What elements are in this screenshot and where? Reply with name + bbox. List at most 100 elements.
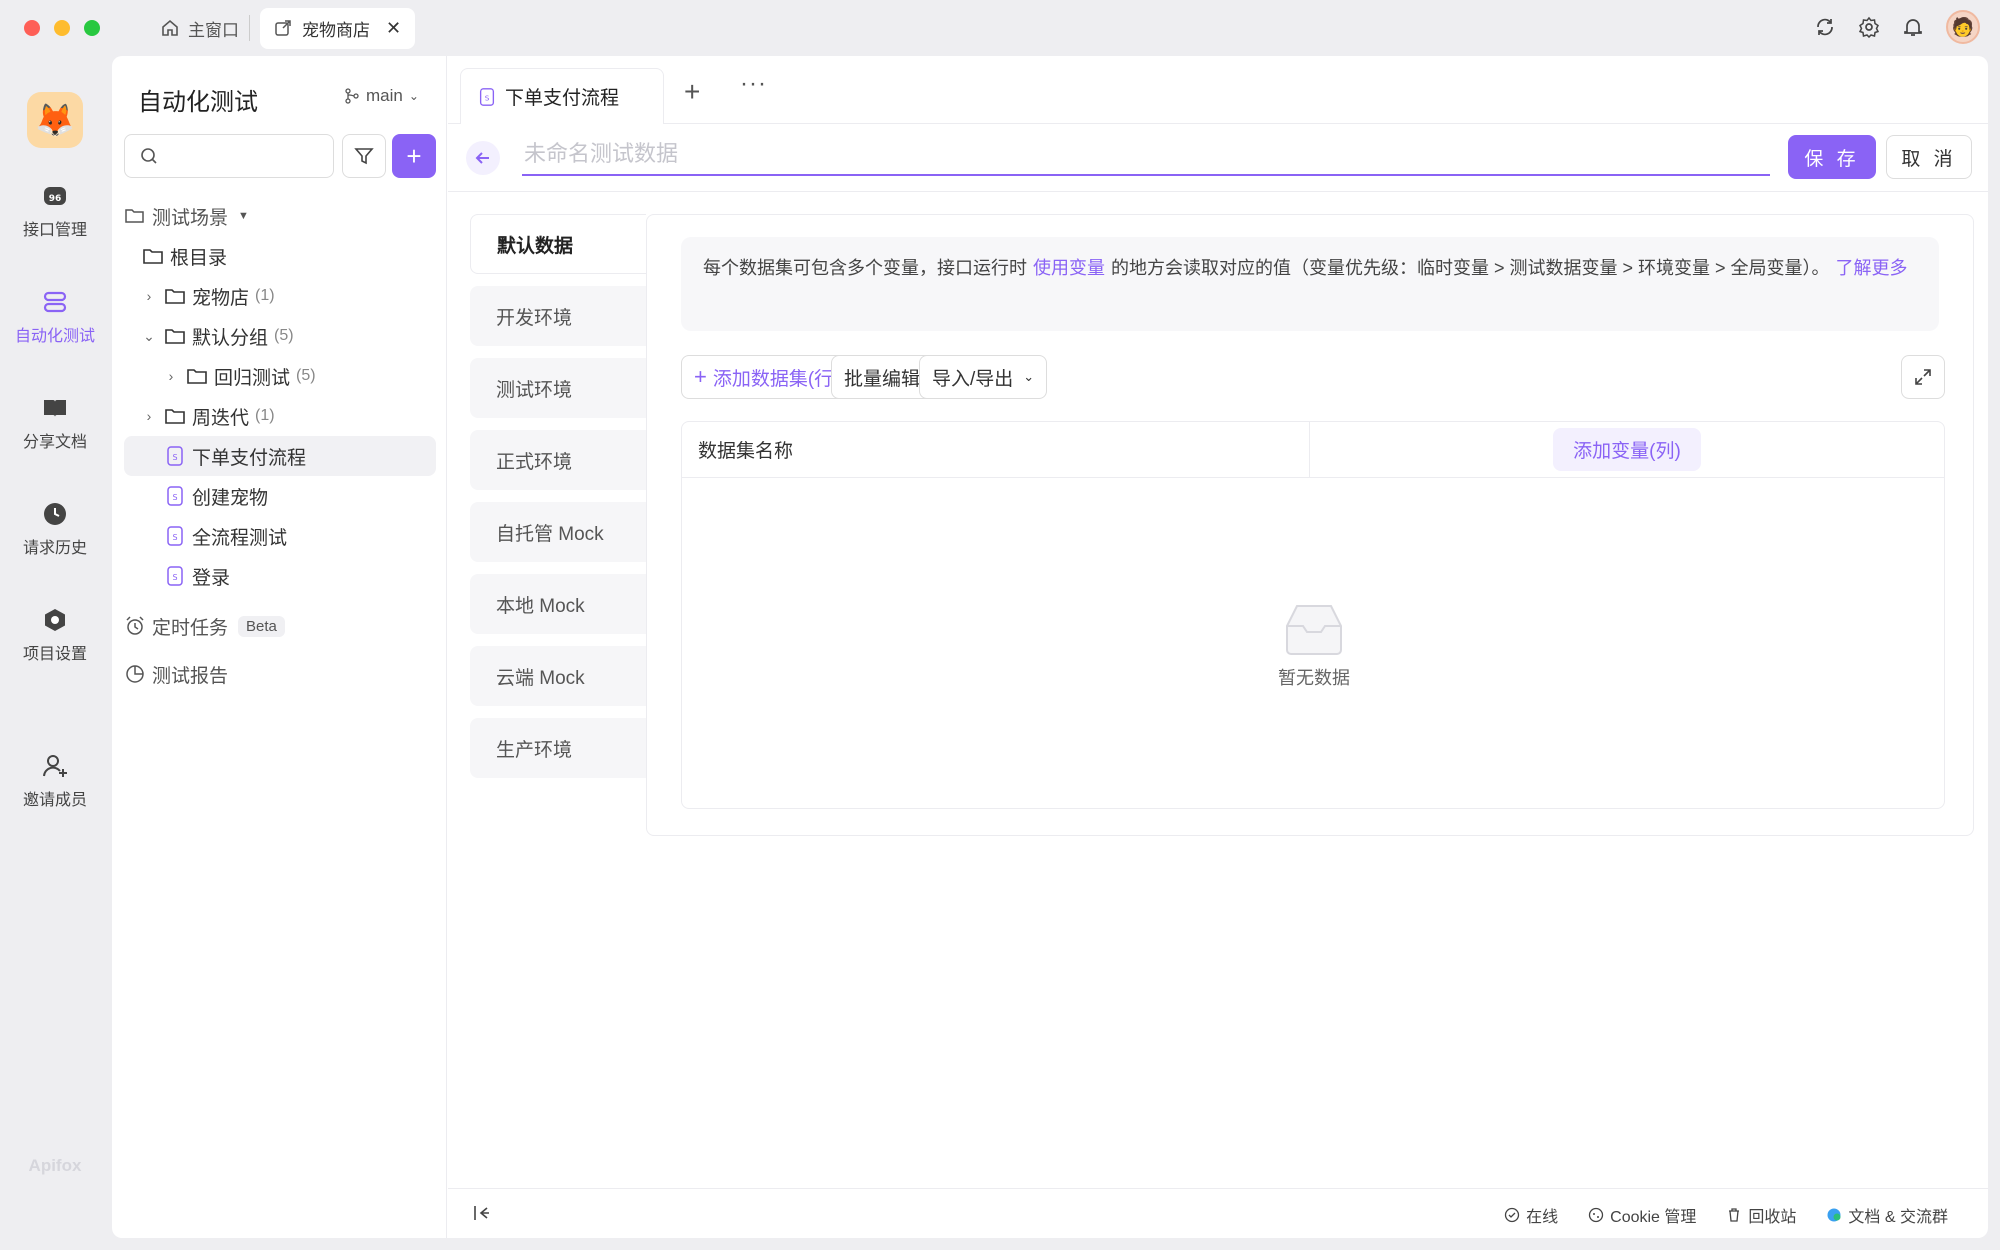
add-dataset-button[interactable]: + 添加数据集(行): [681, 355, 853, 399]
tree-order-flow[interactable]: S 下单支付流程: [124, 436, 436, 476]
tree-default-group[interactable]: ⌄ 默认分组 (5): [124, 316, 436, 356]
close-window-button[interactable]: [24, 20, 40, 36]
filter-button[interactable]: [342, 134, 386, 178]
env-default[interactable]: 默认数据: [470, 214, 646, 274]
use-variable-link[interactable]: 使用变量: [1033, 258, 1105, 278]
sidebar: 自动化测试 main ⌄ + 测试场景 ▼ 根目录 › 宠物店 (1) ⌄ 默认…: [112, 56, 447, 1238]
tab-pet-store[interactable]: 宠物商店 ✕: [260, 7, 416, 49]
column-dataset-name: 数据集名称: [682, 422, 1310, 477]
tree-scheduled[interactable]: 定时任务 Beta: [124, 606, 436, 646]
tree-scenes[interactable]: 测试场景 ▼: [124, 196, 436, 236]
chevron-right-icon[interactable]: ›: [142, 408, 156, 424]
gear-icon[interactable]: [1858, 16, 1880, 38]
batch-edit-button[interactable]: 批量编辑: [831, 355, 934, 399]
rail-item-label: 邀请成员: [22, 792, 87, 809]
env-self-hosted-mock[interactable]: 自托管 Mock: [470, 502, 646, 562]
env-test[interactable]: 测试环境: [470, 358, 646, 418]
env-production[interactable]: 生产环境: [470, 718, 646, 778]
tree-create-pet[interactable]: S 创建宠物: [124, 476, 436, 516]
import-export-button[interactable]: 导入/导出 ⌄: [919, 355, 1048, 399]
chat-icon: [1827, 1208, 1841, 1222]
clock-icon: [44, 503, 66, 525]
tree-count: (5): [274, 327, 294, 344]
back-button[interactable]: [466, 141, 500, 175]
zoom-window-button[interactable]: [84, 20, 100, 36]
minimize-window-button[interactable]: [54, 20, 70, 36]
user-avatar[interactable]: 🧑: [1946, 10, 1980, 44]
svg-text:S: S: [172, 573, 177, 582]
dataset-name-input[interactable]: [522, 134, 1770, 176]
tab-home[interactable]: 主窗口: [160, 16, 239, 41]
pie-chart-icon: [126, 665, 144, 683]
env-local-mock[interactable]: 本地 Mock: [470, 574, 646, 634]
learn-more-link[interactable]: 了解更多: [1836, 258, 1908, 278]
tab-pet-store-label: 宠物商店: [302, 20, 370, 40]
env-dev[interactable]: 开发环境: [470, 286, 646, 346]
check-circle-icon: [1504, 1207, 1520, 1223]
tree-label: 登录: [192, 567, 231, 589]
rail-item-invite[interactable]: 邀请成员: [0, 752, 110, 810]
more-tabs-button[interactable]: ···: [740, 70, 767, 98]
git-branch-icon: [345, 88, 359, 104]
tree-report[interactable]: 测试报告: [124, 654, 436, 694]
cookie-icon: [1588, 1207, 1604, 1223]
tab-close-icon[interactable]: ✕: [386, 18, 401, 39]
test-scenario-icon: S: [479, 87, 495, 106]
rail-item-project-settings[interactable]: 项目设置: [0, 606, 110, 664]
cookie-manager[interactable]: Cookie 管理: [1588, 1203, 1696, 1227]
search-icon: [141, 148, 157, 164]
rail-item-label: 项目设置: [22, 646, 87, 663]
arrow-left-icon: [475, 152, 489, 164]
rail-item-share-docs[interactable]: 分享文档: [0, 394, 110, 452]
batch-edit-label: 批量编辑: [844, 368, 921, 390]
svg-text:96: 96: [49, 194, 62, 204]
filter-icon: [354, 148, 374, 165]
add-button[interactable]: +: [392, 134, 436, 178]
add-variable-button[interactable]: 添加变量(列): [1553, 428, 1701, 471]
tree-iteration[interactable]: › 周迭代 (1): [124, 396, 436, 436]
chevron-down-icon[interactable]: ⌄: [142, 328, 156, 345]
save-button[interactable]: 保 存: [1788, 135, 1876, 179]
tree-label: 周迭代: [192, 407, 250, 429]
folder-icon: [165, 409, 185, 424]
tree-regression[interactable]: › 回归测试 (5): [124, 356, 436, 396]
add-dataset-label: 添加数据集(行): [712, 368, 840, 390]
tree-count: (5): [296, 367, 316, 384]
tree-full-flow[interactable]: S 全流程测试: [124, 516, 436, 556]
chevron-right-icon[interactable]: ›: [142, 288, 156, 304]
chevron-right-icon[interactable]: ›: [164, 368, 178, 384]
tree-label: 默认分组: [192, 327, 269, 349]
rail-item-automation[interactable]: 自动化测试: [0, 288, 110, 346]
collapse-sidebar-icon[interactable]: [472, 1203, 492, 1223]
folder-icon: [165, 289, 185, 304]
sync-icon[interactable]: [1814, 16, 1836, 38]
rail-item-history[interactable]: 请求历史: [0, 500, 110, 558]
info-text: 每个数据集可包含多个变量，接口运行时: [703, 258, 1027, 278]
tree-label: 测试报告: [152, 665, 229, 687]
fullscreen-button[interactable]: [1901, 355, 1945, 399]
status-online[interactable]: 在线: [1504, 1203, 1558, 1227]
tree-root[interactable]: 根目录: [124, 236, 436, 276]
bell-icon[interactable]: [1902, 16, 1924, 38]
search-input[interactable]: [124, 134, 334, 178]
import-export-label: 导入/导出: [932, 368, 1014, 390]
column-add-variable: 添加变量(列): [1310, 422, 1944, 477]
window-controls: [24, 20, 100, 36]
tree-login[interactable]: S 登录: [124, 556, 436, 596]
invite-icon: [43, 755, 67, 777]
branch-selector[interactable]: main ⌄: [344, 86, 419, 106]
rail-item-api[interactable]: 96 接口管理: [0, 182, 110, 240]
app-logo[interactable]: 🦊: [27, 92, 83, 148]
recycle-bin[interactable]: 回收站: [1726, 1203, 1796, 1227]
docs-community[interactable]: 文档 & 交流群: [1826, 1203, 1948, 1227]
env-prod[interactable]: 正式环境: [470, 430, 646, 490]
tree-pet-store[interactable]: › 宠物店 (1): [124, 276, 436, 316]
tree-label: 宠物店: [192, 287, 250, 309]
rail-item-label: 分享文档: [22, 434, 87, 451]
folder-icon: [143, 249, 163, 264]
env-cloud-mock[interactable]: 云端 Mock: [470, 646, 646, 706]
cancel-button[interactable]: 取 消: [1886, 135, 1972, 179]
tab-label: 下单支付流程: [505, 88, 620, 109]
tab-order-flow[interactable]: S 下单支付流程: [460, 68, 664, 124]
new-tab-button[interactable]: +: [684, 76, 700, 108]
